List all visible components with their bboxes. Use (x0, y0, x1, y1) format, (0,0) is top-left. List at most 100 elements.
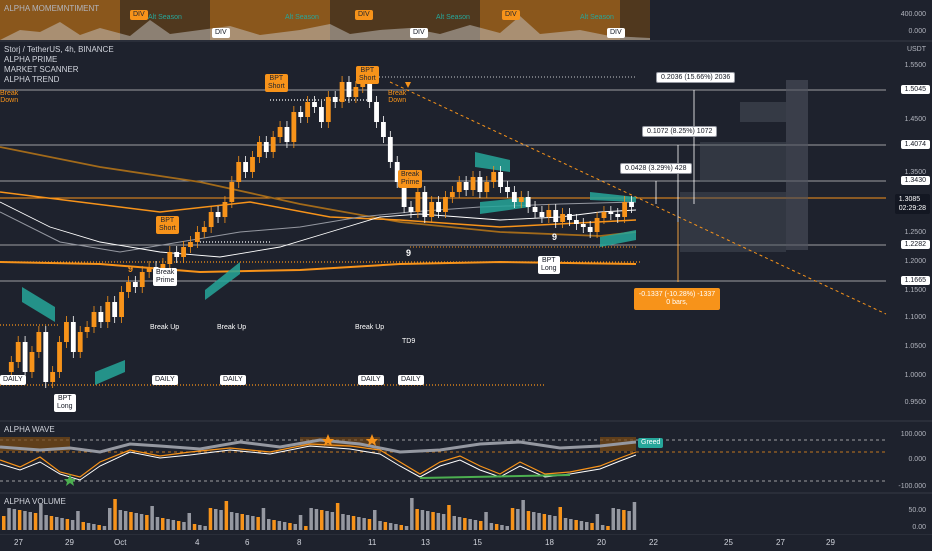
volume-bar (600, 525, 605, 530)
volume-bar (134, 513, 138, 530)
volume-bar (304, 526, 308, 530)
candle (532, 207, 538, 212)
volume-bar (161, 518, 165, 530)
div-signal: DIV (355, 10, 373, 20)
volume-bar (595, 514, 600, 530)
candle (284, 127, 290, 142)
price-chart[interactable]: 9 9 9 (0, 42, 932, 420)
bpt-long-tag: BPT Long (54, 394, 76, 412)
volume-bar (452, 516, 456, 530)
measure-label[interactable]: 0.2036 (15.66%) 2036 (656, 72, 736, 83)
volume-bar (521, 500, 525, 530)
td9-label: TD9 (402, 338, 416, 345)
volume-bar (463, 518, 467, 530)
volume-bar (118, 510, 123, 530)
measure-label[interactable]: 0.0428 (3.29%) 428 (620, 163, 692, 174)
bpt-short-tag: BPT Short (156, 216, 179, 234)
measure-label[interactable]: 0.1072 (8.25%) 1072 (642, 126, 718, 137)
daily-tag: DAILY (152, 375, 178, 385)
candle (112, 302, 118, 317)
bpt-short-tag: BPT Short (356, 66, 379, 84)
indicator-legend-item[interactable]: ALPHA PRIME (4, 55, 57, 65)
time-tick: 18 (545, 538, 554, 547)
volume-bar (44, 515, 48, 530)
indicator-legend-item[interactable]: MARKET SCANNER (4, 65, 79, 75)
candle (594, 218, 600, 232)
volume-bar (60, 518, 64, 530)
break-up-label: Break Up (217, 324, 247, 331)
candle (525, 197, 531, 207)
volume-bar (272, 520, 276, 530)
volume-bar (420, 510, 425, 530)
last-price-box: 1.3085 02:29:28 (894, 194, 930, 214)
volume-bar (129, 512, 133, 530)
level-box: 1.2282 (900, 240, 930, 249)
candle (505, 187, 510, 192)
price-tick: 1.0000 (904, 372, 926, 379)
volume-bar (314, 509, 319, 530)
candle (132, 282, 138, 287)
volume-bar (373, 510, 377, 530)
candle (146, 267, 152, 272)
volume-bar (12, 509, 17, 530)
svg-text:9: 9 (128, 264, 133, 274)
volume-bar (441, 514, 446, 530)
candle (167, 252, 173, 264)
volume-bar (139, 514, 144, 530)
daily-tag: DAILY (220, 375, 246, 385)
candle (332, 97, 338, 102)
momentum-level: 0.000 (908, 28, 926, 35)
bpt-short-text: BPT Short (268, 75, 285, 90)
volume-bar (553, 516, 557, 530)
candle (194, 232, 200, 242)
candle (312, 102, 317, 107)
candle (325, 97, 331, 122)
break-prime-text: Break Prime (156, 269, 175, 284)
volume-bar (76, 511, 80, 530)
volume-bar (325, 511, 329, 530)
div-signal: DIV (410, 28, 428, 38)
break-down-label: Break Down (0, 90, 18, 104)
candle (601, 212, 607, 218)
candle (415, 192, 421, 212)
volume-bar (563, 518, 568, 530)
candle (250, 157, 255, 172)
wave-pane[interactable]: ALPHA WAVE Greed 100.000 0.000 -100.000 (0, 422, 932, 492)
wave-level: 100.000 (900, 431, 926, 438)
time-tick: 4 (195, 538, 200, 547)
candle (77, 332, 83, 352)
time-tick: 29 (826, 538, 835, 547)
price-tick: 1.0500 (904, 343, 926, 350)
time-axis[interactable]: 27 29 Oct 4 6 8 11 13 15 18 20 22 25 27 … (0, 534, 932, 551)
candle (256, 142, 262, 157)
volume-bar (219, 510, 223, 530)
volume-bar (28, 512, 32, 530)
indicator-legend-item[interactable]: ALPHA TREND (4, 75, 59, 85)
volume-bar (92, 524, 96, 530)
bpt-long-text: BPT Long (541, 257, 557, 272)
volume-bar (341, 514, 345, 530)
volume-bar (229, 512, 234, 530)
alt-season-label: Alt Season (285, 14, 319, 21)
volume-bar (627, 511, 631, 530)
volume-pane[interactable]: ALPHA VOLUME 50.00 0.00 (0, 494, 932, 534)
volume-bar (590, 523, 594, 530)
volume-bar (510, 508, 515, 530)
price-tick: 1.3500 (904, 169, 926, 176)
candle (291, 112, 297, 142)
candle (305, 102, 311, 117)
candle (449, 192, 455, 197)
bpt-short-text: BPT Short (159, 217, 176, 232)
volume-title: ALPHA VOLUME (4, 497, 66, 506)
break-down-label: Break Down (388, 90, 406, 104)
candle (429, 202, 435, 217)
volume-bar (7, 508, 11, 530)
price-tick: 1.1500 (904, 287, 926, 294)
candle (560, 214, 566, 222)
price-pane[interactable]: 9 9 9 Storj / TetherUS, 4h, BINANCE ALPH… (0, 42, 932, 420)
candle (22, 342, 28, 372)
bpt-short-text: BPT Short (359, 67, 376, 82)
volume-bar (102, 526, 107, 530)
candle (43, 332, 49, 382)
drawdown-measure[interactable]: -0.1337 (-10.28%) -1337 0 bars, (634, 288, 720, 310)
